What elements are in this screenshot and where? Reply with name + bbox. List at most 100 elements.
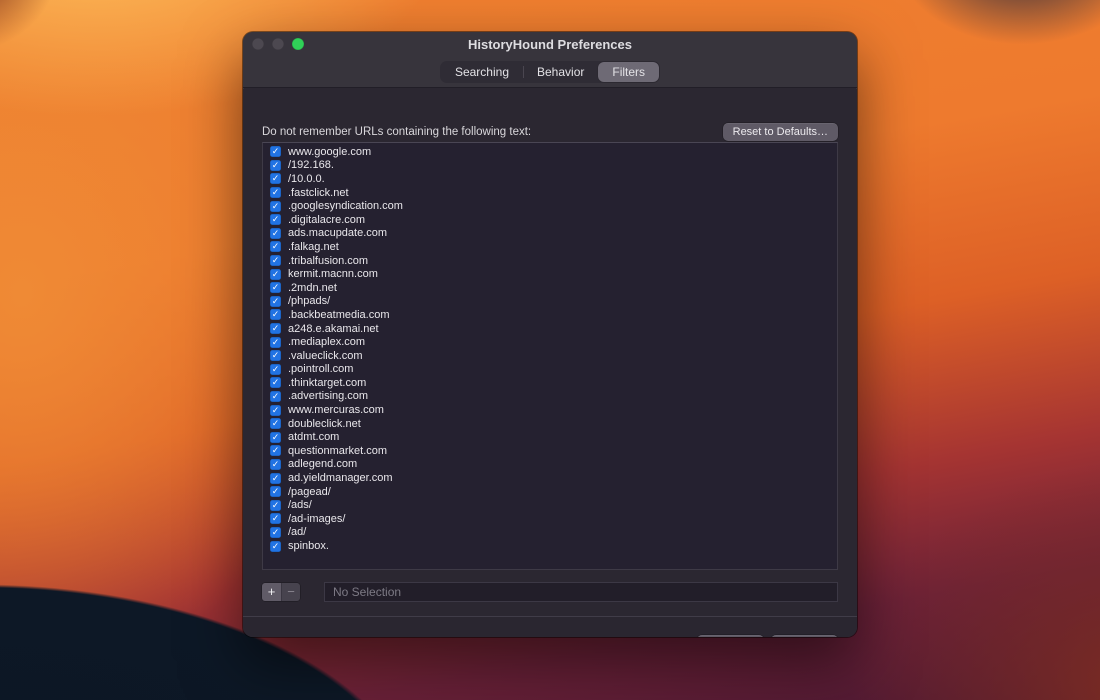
filter-row[interactable]: ✓ www.mercuras.com [263,403,837,417]
filter-row[interactable]: ✓ atdmt.com [263,430,837,444]
filter-row[interactable]: ✓.pointroll.com [263,363,837,377]
filter-checkbox[interactable]: ✓ [270,405,281,416]
filter-row[interactable]: ✓questionmarket.com [263,444,837,458]
tab-bar: Searching Behavior Filters [243,56,857,88]
filter-checkbox[interactable]: ✓ [270,486,281,497]
filter-text: spinbox. [288,540,329,552]
filter-checkbox[interactable]: ✓ [270,282,281,293]
reset-to-defaults-button[interactable]: Reset to Defaults… [723,123,838,141]
filter-checkbox[interactable]: ✓ [270,473,281,484]
filter-text: /ad/ [288,526,306,538]
filter-row[interactable]: ✓www.google.com [263,145,837,159]
filter-row[interactable]: ✓kermit.macnn.com [263,267,837,281]
filter-list-label: Do not remember URLs containing the foll… [262,126,531,138]
filter-checkbox[interactable]: ✓ [270,309,281,320]
filter-text: .valueclick.com [288,350,363,362]
minimize-button[interactable] [272,38,284,50]
traffic-lights [252,32,304,56]
filter-checkbox[interactable]: ✓ [270,391,281,402]
filter-text: atdmt.com [288,431,339,443]
filter-row[interactable]: ✓ /192.168. [263,159,837,173]
filter-checkbox[interactable]: ✓ [270,173,281,184]
filter-checkbox[interactable]: ✓ [270,364,281,375]
filter-row[interactable]: ✓ .2mdn.net [263,281,837,295]
titlebar[interactable]: HistoryHound Preferences [243,32,857,56]
filter-row[interactable]: ✓/pagead/ [263,485,837,499]
filter-row[interactable]: ✓.tribalfusion.com [263,254,837,268]
filter-row[interactable]: ✓ads.macupdate.com [263,227,837,241]
filter-checkbox[interactable]: ✓ [270,432,281,443]
filter-text: a248.e.akamai.net [288,323,379,335]
filter-list[interactable]: ✓www.google.com✓/192.168.✓/10.0.0.✓.fast… [262,142,838,570]
tab-filters[interactable]: Filters [598,62,659,82]
cancel-button[interactable]: Cancel [697,635,764,637]
filter-row[interactable]: ✓ adlegend.com [263,458,837,472]
filter-checkbox[interactable]: ✓ [270,269,281,280]
filter-text: .digitalacre.com [288,214,365,226]
filter-row[interactable]: ✓ .digitalacre.com [263,213,837,227]
filter-text: /192.168. [288,159,334,171]
filter-row[interactable]: ✓ a248.e.akamai.net [263,322,837,336]
filter-checkbox[interactable]: ✓ [270,350,281,361]
filter-checkbox[interactable]: ✓ [270,146,281,157]
filter-text: doubleclick.net [288,418,361,430]
filter-checkbox[interactable]: ✓ [270,541,281,552]
filter-row[interactable]: ✓/ad-images/ [263,512,837,526]
filter-checkbox[interactable]: ✓ [270,500,281,511]
filter-checkbox[interactable]: ✓ [270,228,281,239]
filter-checkbox[interactable]: ✓ [270,377,281,388]
filter-text: .backbeatmedia.com [288,309,390,321]
filter-row[interactable]: ✓.mediaplex.com [263,335,837,349]
window-title: HistoryHound Preferences [243,37,857,52]
filter-checkbox[interactable]: ✓ [270,241,281,252]
filter-row[interactable]: ✓ .backbeatmedia.com [263,308,837,322]
filter-checkbox[interactable]: ✓ [270,255,281,266]
filter-checkbox[interactable]: ✓ [270,323,281,334]
filter-checkbox[interactable]: ✓ [270,459,281,470]
filter-row[interactable]: ✓.fastclick.net [263,186,837,200]
filter-checkbox[interactable]: ✓ [270,445,281,456]
filters-pane: Do not remember URLs containing the foll… [243,89,857,637]
filter-checkbox[interactable]: ✓ [270,418,281,429]
filter-checkbox[interactable]: ✓ [270,527,281,538]
filter-checkbox[interactable]: ✓ [270,201,281,212]
tab-segmented-control: Searching Behavior Filters [440,61,660,83]
filter-row[interactable]: ✓ .thinktarget.com [263,376,837,390]
add-filter-button[interactable]: + [262,583,281,601]
filter-row[interactable]: ✓ spinbox. [263,539,837,553]
filter-text: .advertising.com [288,390,368,402]
filter-text: .thinktarget.com [288,377,366,389]
tab-searching[interactable]: Searching [441,62,523,82]
filter-edit-field[interactable]: No Selection [324,582,838,602]
filter-row[interactable]: ✓ /ad/ [263,526,837,540]
filter-text: adlegend.com [288,458,357,470]
ok-button[interactable]: OK [771,635,838,637]
filter-row[interactable]: ✓/ads/ [263,498,837,512]
add-remove-group: + − [262,583,300,601]
filter-text: www.mercuras.com [288,404,384,416]
filter-text: /phpads/ [288,295,330,307]
filter-checkbox[interactable]: ✓ [270,513,281,524]
tab-behavior[interactable]: Behavior [523,62,598,82]
zoom-button[interactable] [292,38,304,50]
filter-row[interactable]: ✓ /phpads/ [263,295,837,309]
filter-row[interactable]: ✓ doubleclick.net [263,417,837,431]
dialog-button-bar: Cancel OK [243,616,857,637]
filter-row[interactable]: ✓ .valueclick.com [263,349,837,363]
filter-text: .2mdn.net [288,282,337,294]
filter-row[interactable]: ✓ /10.0.0. [263,172,837,186]
filter-text: ad.yieldmanager.com [288,472,393,484]
filter-checkbox[interactable]: ✓ [270,337,281,348]
filter-row[interactable]: ✓.googlesyndication.com [263,199,837,213]
filter-checkbox[interactable]: ✓ [270,187,281,198]
preferences-window: HistoryHound Preferences Searching Behav… [243,32,857,637]
filter-row[interactable]: ✓.falkag.net [263,240,837,254]
close-button[interactable] [252,38,264,50]
remove-filter-button[interactable]: − [281,583,300,601]
filter-checkbox[interactable]: ✓ [270,296,281,307]
filter-row[interactable]: ✓ .advertising.com [263,390,837,404]
filter-row[interactable]: ✓ ad.yieldmanager.com [263,471,837,485]
filter-checkbox[interactable]: ✓ [270,160,281,171]
filter-text: /10.0.0. [288,173,325,185]
filter-checkbox[interactable]: ✓ [270,214,281,225]
